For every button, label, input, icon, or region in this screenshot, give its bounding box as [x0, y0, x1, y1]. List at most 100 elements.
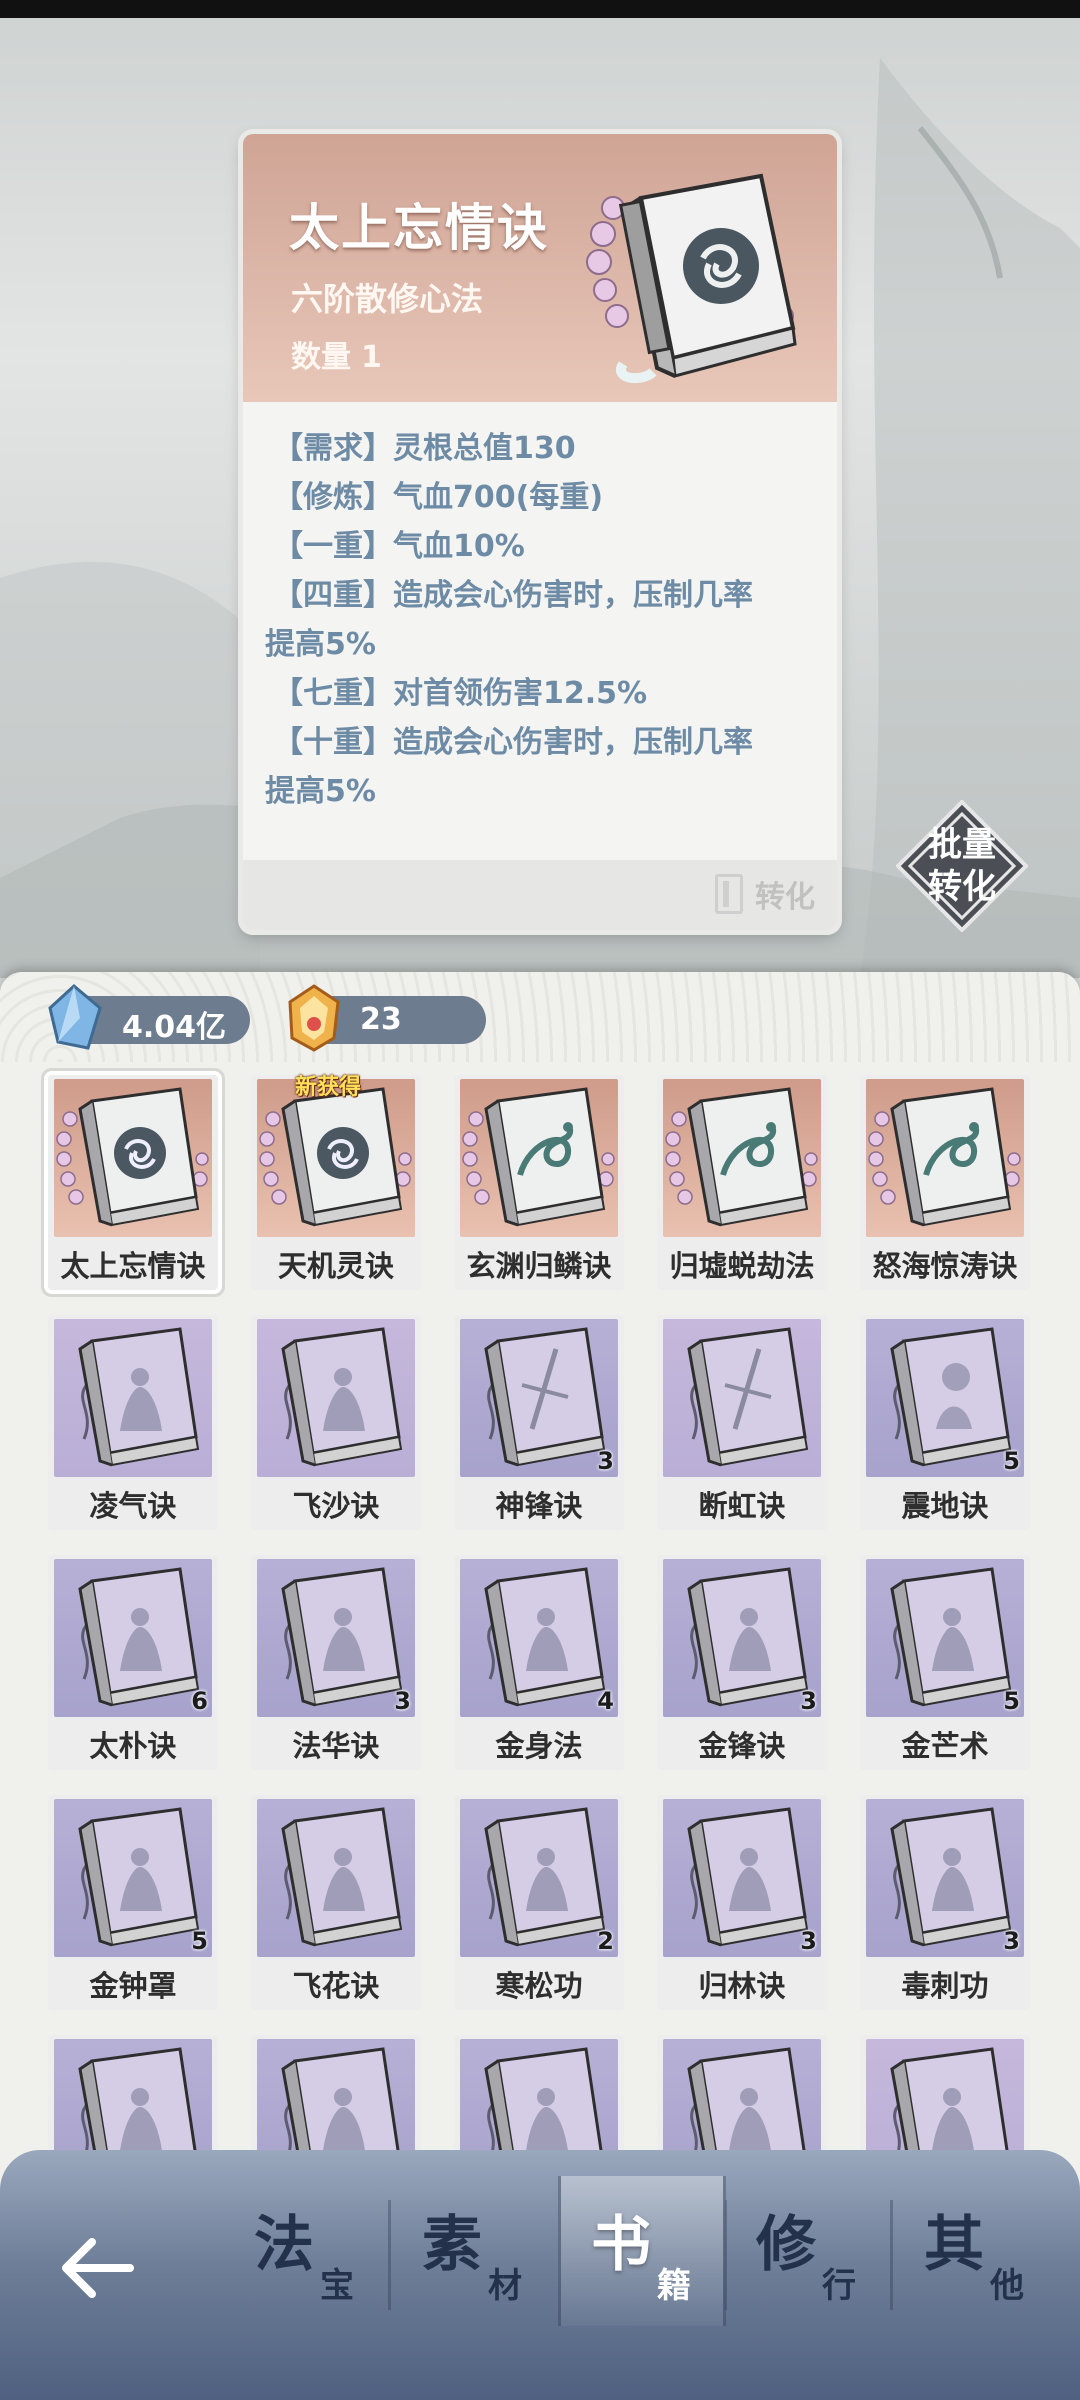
book-art-icon — [257, 1799, 415, 1957]
tab-4[interactable]: 其他 — [894, 2176, 1062, 2326]
effect-line: 【修炼】气血700(每重) — [273, 480, 604, 515]
book-title: 太上忘情诀 — [289, 199, 549, 257]
book-art-icon — [54, 1079, 212, 1237]
book-slot[interactable]: 天机灵诀 新获得 — [251, 1075, 421, 1290]
book-art-icon — [54, 1319, 212, 1477]
effect-line: 【四重】造成会心伤害时，压制几率 — [273, 578, 753, 613]
convert-label: 转化 — [755, 880, 815, 915]
tab-sub-char: 宝 — [320, 2266, 354, 2306]
book-slot[interactable]: 飞沙诀 — [251, 1315, 421, 1530]
item-name: 寒松功 — [495, 1969, 583, 2003]
book-art-icon: 3 — [257, 1559, 415, 1717]
quantity-label: 数量 — [291, 340, 351, 375]
effect-line: 提高5% — [265, 774, 376, 809]
item-count: 3 — [800, 1927, 817, 1955]
item-count: 3 — [597, 1447, 614, 1475]
tab-2[interactable]: 书籍 — [558, 2176, 726, 2326]
item-count: 3 — [800, 1687, 817, 1715]
book-slot[interactable]: 3 归林诀 — [657, 1795, 827, 2010]
tab-main-char: 素 — [422, 2210, 482, 2280]
effect-line: 【一重】气血10% — [273, 529, 525, 564]
book-slot[interactable]: 归墟蜕劫法 — [657, 1075, 827, 1290]
book-slot[interactable]: 2 寒松功 — [454, 1795, 624, 2010]
tab-main-char: 法 — [254, 2210, 314, 2280]
batch-convert-label: 批量 转化 — [914, 824, 1010, 908]
item-name: 太朴诀 — [89, 1729, 177, 1763]
tab-main-char: 其 — [924, 2210, 984, 2280]
tab-1[interactable]: 素材 — [392, 2176, 560, 2326]
book-art-icon — [866, 1079, 1024, 1237]
item-name: 飞花诀 — [292, 1969, 380, 2003]
book-art-icon — [460, 1079, 618, 1237]
spirit-stone-counter: 4.04亿 — [48, 984, 250, 1050]
book-slot[interactable]: 3 神锋诀 — [454, 1315, 624, 1530]
book-slot[interactable]: 5 金芒术 — [860, 1555, 1030, 1770]
book-art-icon — [257, 1319, 415, 1477]
book-detail-card: 太上忘情诀 六阶散修心法 数量 1 【需求】灵根总值130 【修炼】气血700(… — [243, 134, 837, 930]
item-name: 玄渊归鳞诀 — [466, 1249, 612, 1283]
book-slot[interactable]: 3 金锋诀 — [657, 1555, 827, 1770]
gold-gem-counter: 23 — [288, 984, 486, 1052]
back-arrow-icon[interactable] — [56, 2228, 136, 2308]
tab-sub-char: 材 — [488, 2266, 522, 2306]
book-art-icon — [663, 1079, 821, 1237]
book-art-icon: 5 — [866, 1319, 1024, 1477]
effect-line: 【十重】造成会心伤害时，压制几率 — [273, 725, 753, 760]
book-slot[interactable]: 玄渊归鳞诀 — [454, 1075, 624, 1290]
batch-convert-button[interactable]: 批量 转化 — [896, 800, 1028, 932]
tab-sub-char: 籍 — [657, 2266, 691, 2306]
book-slot[interactable]: 太上忘情诀 — [48, 1075, 218, 1290]
item-name: 归墟蜕劫法 — [669, 1249, 815, 1283]
book-art-icon — [663, 1319, 821, 1477]
convert-icon — [715, 874, 743, 914]
item-count: 3 — [394, 1687, 411, 1715]
book-slot[interactable]: 凌气诀 — [48, 1315, 218, 1530]
tab-main-char: 书 — [591, 2210, 651, 2280]
item-name: 神锋诀 — [495, 1489, 583, 1523]
book-slot[interactable]: 3 法华诀 — [251, 1555, 421, 1770]
detail-footer: 转化 — [243, 860, 837, 930]
gold-gem-value: 23 — [360, 1002, 402, 1037]
book-slot[interactable]: 6 太朴诀 — [48, 1555, 218, 1770]
book-art-icon — [257, 1079, 415, 1237]
item-name: 法华诀 — [292, 1729, 380, 1763]
book-slot[interactable]: 3 毒刺功 — [860, 1795, 1030, 2010]
detail-header: 太上忘情诀 六阶散修心法 数量 1 — [243, 134, 837, 402]
book-art-icon: 5 — [866, 1559, 1024, 1717]
item-name: 金身法 — [495, 1729, 583, 1763]
gold-gem-icon — [288, 984, 340, 1052]
batch-convert-line1: 批量 — [928, 825, 996, 865]
book-art-icon: 3 — [866, 1799, 1024, 1957]
book-slot[interactable]: 怒海惊涛诀 — [860, 1075, 1030, 1290]
item-name: 金锋诀 — [698, 1729, 786, 1763]
book-art-icon: 3 — [460, 1319, 618, 1477]
book-slot[interactable]: 断虹诀 — [657, 1315, 827, 1530]
book-art-icon: 5 — [54, 1799, 212, 1957]
convert-button[interactable]: 转化 — [715, 872, 815, 916]
tab-sub-char: 他 — [990, 2266, 1024, 2306]
tab-3[interactable]: 修行 — [726, 2176, 894, 2326]
book-art-icon: 3 — [663, 1799, 821, 1957]
book-art-icon: 6 — [54, 1559, 212, 1717]
quantity-value: 1 — [361, 340, 382, 375]
book-slot[interactable]: 5 震地诀 — [860, 1315, 1030, 1530]
effect-line: 提高5% — [265, 627, 376, 662]
spirit-stone-icon — [48, 984, 102, 1050]
book-slot[interactable]: 5 金钟罩 — [48, 1795, 218, 2010]
gold-book-icon — [583, 168, 813, 392]
item-name: 怒海惊涛诀 — [872, 1249, 1018, 1283]
item-name: 断虹诀 — [698, 1489, 786, 1523]
tab-0[interactable]: 法宝 — [224, 2176, 392, 2326]
item-name: 归林诀 — [698, 1969, 786, 2003]
book-slot[interactable]: 4 金身法 — [454, 1555, 624, 1770]
item-name: 天机灵诀 — [277, 1249, 394, 1283]
book-slot[interactable]: 飞花诀 — [251, 1795, 421, 2010]
item-name: 太上忘情诀 — [60, 1249, 206, 1283]
item-name: 震地诀 — [901, 1489, 989, 1523]
item-count: 5 — [1003, 1447, 1020, 1475]
bottom-navigation: 法宝素材书籍修行其他 — [0, 2150, 1080, 2400]
item-count: 4 — [597, 1687, 614, 1715]
book-grade: 六阶散修心法 — [291, 280, 484, 318]
item-count: 5 — [191, 1927, 208, 1955]
spirit-stone-value: 4.04亿 — [122, 1010, 227, 1045]
